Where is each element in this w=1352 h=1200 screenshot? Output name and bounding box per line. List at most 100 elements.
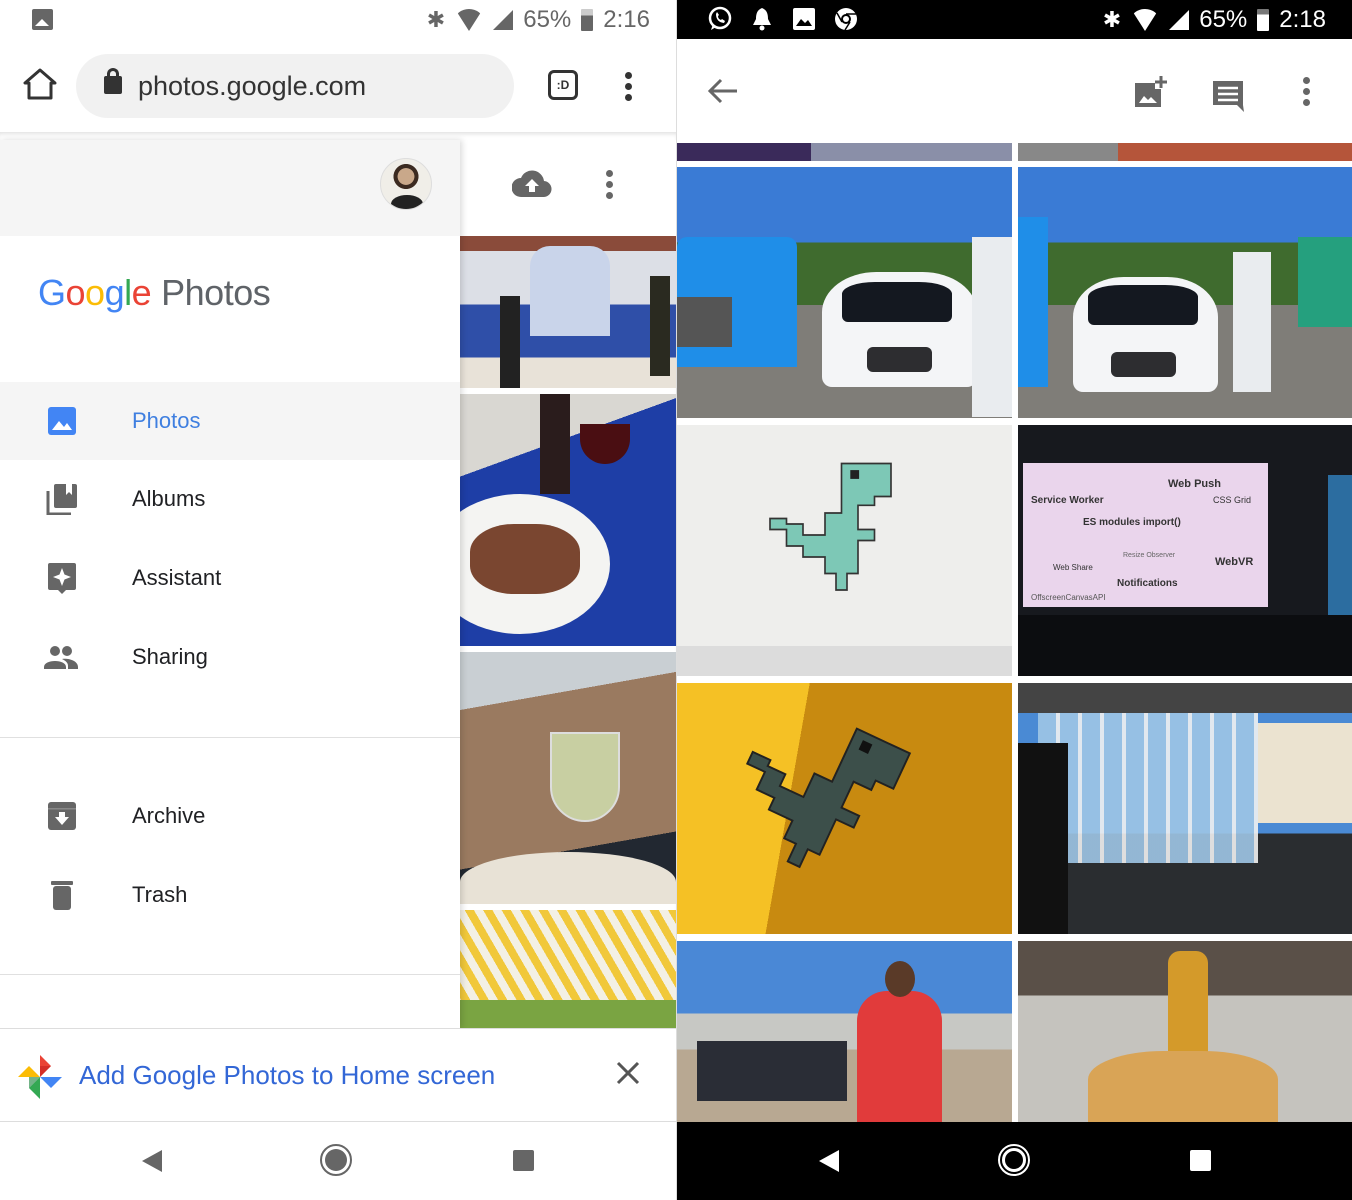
photos-app: Google Photos Photos Albums Assistant Sh… [0, 132, 676, 1030]
photo-thumbnail[interactable] [1018, 143, 1352, 161]
bluetooth-icon: ✱ [1102, 7, 1122, 32]
close-icon[interactable] [612, 1057, 644, 1089]
archive-icon [48, 802, 76, 830]
logo-letter: l [124, 272, 132, 313]
slide-word: ES modules import() [1083, 517, 1181, 528]
photo-thumbnail[interactable] [677, 425, 1012, 676]
albums-icon [46, 484, 77, 515]
drawer-divider [0, 737, 460, 738]
photo-thumbnail[interactable] [1018, 167, 1352, 418]
left-phone-screen: ✱ 65% 2:16 photos.google.com :D Google P… [0, 0, 676, 1200]
drawer-item-archive[interactable]: Archive [0, 777, 460, 855]
nav-home-icon[interactable] [320, 1144, 352, 1176]
image-icon [793, 8, 815, 30]
nav-recents-icon[interactable] [1190, 1150, 1211, 1171]
lock-icon [104, 68, 122, 94]
drawer-item-label: Photos [132, 408, 201, 433]
battery-icon [1257, 9, 1270, 31]
drawer-header [0, 140, 460, 236]
logo-product-name: Photos [161, 272, 271, 313]
photo-thumbnail[interactable] [677, 143, 1012, 161]
drawer-item-albums[interactable]: Albums [0, 460, 460, 538]
dino-drawing [769, 462, 892, 591]
slide-word: OffscreenCanvasAPI [1031, 593, 1106, 602]
status-bar: ✱ 65% 2:16 [0, 0, 676, 40]
slide-word: Resize Observer [1123, 552, 1176, 559]
photo-thumbnail[interactable] [1018, 683, 1352, 934]
home-icon[interactable] [22, 66, 58, 102]
nav-home-icon[interactable] [998, 1144, 1030, 1176]
bell-icon [753, 8, 771, 31]
nav-recents-icon[interactable] [513, 1150, 534, 1171]
logo-letter: o [65, 272, 86, 313]
nav-back-icon[interactable] [142, 1150, 162, 1172]
nav-back-icon[interactable] [819, 1150, 839, 1172]
drawer-item-label: Assistant [132, 565, 222, 590]
app-header [460, 140, 676, 236]
account-avatar[interactable] [380, 158, 432, 210]
battery-icon [581, 9, 594, 31]
drawer-item-photos[interactable]: Photos [0, 382, 460, 460]
wifi-icon [455, 9, 484, 31]
photo-thumbnail[interactable] [460, 652, 676, 904]
status-bar: ✱ 65% 2:18 [677, 0, 1352, 39]
add-photo-icon[interactable] [1133, 75, 1167, 109]
drawer-item-sharing[interactable]: Sharing [0, 618, 460, 696]
android-nav-bar [677, 1122, 1352, 1200]
photo-thumbnail[interactable] [1018, 941, 1352, 1122]
navigation-drawer: Google Photos Photos Albums Assistant Sh… [0, 140, 460, 1028]
logo-letter: o [85, 272, 105, 313]
comment-icon[interactable] [1211, 79, 1245, 113]
slide-word: WebVR [1215, 556, 1254, 568]
logo-letter: g [104, 272, 125, 313]
photo-thumbnail[interactable] [460, 394, 676, 646]
drawer-item-trash[interactable]: Trash [0, 856, 460, 934]
slide-word: Web Push [1168, 478, 1221, 490]
browser-menu-icon[interactable] [625, 72, 633, 101]
photo-thumbnail[interactable] [460, 910, 676, 1030]
slide-word: CSS Grid [1213, 495, 1252, 505]
photo-thumbnail[interactable] [677, 941, 1012, 1122]
photo-thumbnail[interactable]: Web Push Service Worker CSS Grid ES modu… [1018, 425, 1352, 676]
album-photo-grid: Web Push Service Worker CSS Grid ES modu… [677, 143, 1352, 1122]
cell-signal-icon [1169, 10, 1190, 30]
album-toolbar [677, 39, 1352, 143]
clock: 2:16 [603, 6, 650, 33]
clock: 2:18 [1279, 6, 1326, 33]
tab-switcher-button[interactable]: :D [548, 70, 578, 100]
trash-icon [51, 881, 73, 910]
drawer-divider [0, 974, 460, 975]
drawer-item-label: Trash [132, 882, 188, 907]
add-to-home-text[interactable]: Add Google Photos to Home screen [79, 1060, 495, 1091]
url-text: photos.google.com [138, 71, 367, 101]
url-bar[interactable]: photos.google.com [76, 54, 514, 118]
slide-word: Notifications [1117, 578, 1178, 589]
photo-thumbnail[interactable] [677, 683, 1012, 934]
drawer-item-label: Sharing [132, 644, 208, 669]
slide-word: Service Worker [1031, 495, 1104, 506]
add-to-home-banner[interactable]: Add Google Photos to Home screen [0, 1028, 676, 1122]
bluetooth-icon: ✱ [426, 7, 446, 32]
battery-percent: 65% [1199, 6, 1248, 33]
google-photos-logo: Google Photos [38, 272, 271, 314]
drawer-item-assistant[interactable]: Assistant [0, 539, 460, 617]
right-phone-screen: ✱ 65% 2:18 Web Push Service Worker CSS G… [677, 0, 1352, 1200]
drawer-item-label: Archive [132, 803, 206, 828]
more-vert-icon[interactable] [1303, 77, 1311, 106]
dino-drawing [745, 727, 912, 869]
photo-thumbnail[interactable] [677, 167, 1012, 418]
google-photos-pinwheel-icon [18, 1055, 62, 1099]
slide-word: Web Share [1053, 563, 1093, 572]
whatsapp-icon [708, 6, 732, 30]
assistant-icon [48, 563, 76, 594]
app-menu-icon[interactable] [606, 170, 614, 199]
photo-thumbnail[interactable] [460, 236, 676, 388]
arrow-back-icon[interactable] [707, 77, 739, 105]
browser-toolbar: photos.google.com :D [0, 40, 676, 132]
drawer-item-label: Albums [132, 486, 206, 511]
wifi-icon [1131, 9, 1160, 31]
cloud-upload-icon[interactable] [512, 170, 552, 198]
slide: Web Push Service Worker CSS Grid ES modu… [1023, 463, 1268, 607]
logo-letter: G [38, 272, 66, 313]
photo-icon [48, 407, 76, 435]
